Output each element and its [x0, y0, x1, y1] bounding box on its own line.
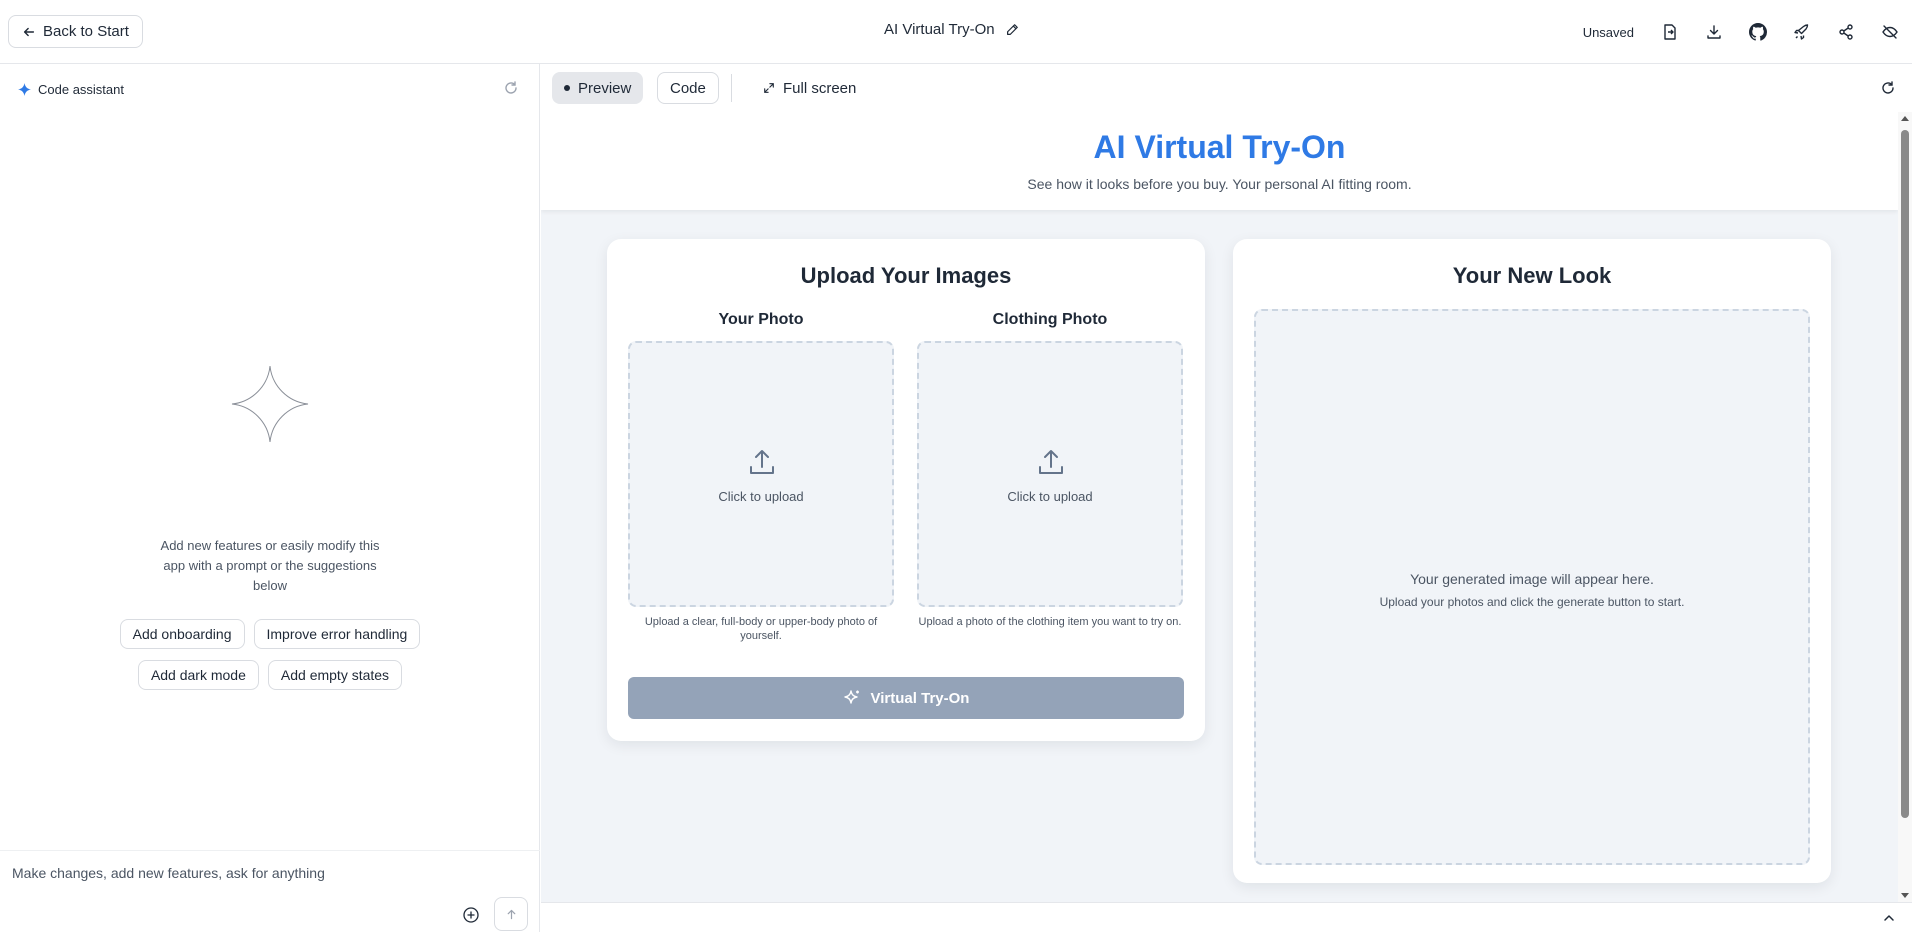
suggestion-chips: Add onboarding Improve error handling Ad…	[0, 619, 540, 701]
share-icon	[1839, 24, 1853, 40]
add-attachment-icon[interactable]	[462, 906, 480, 924]
fullscreen-button[interactable]: Full screen	[751, 72, 868, 104]
edit-icon[interactable]	[1005, 23, 1019, 37]
code-assistant-panel: Code assistant Add new features or easil…	[0, 64, 540, 932]
suggestion-add-empty-states[interactable]: Add empty states	[267, 660, 403, 690]
suggestion-add-onboarding[interactable]: Add onboarding	[119, 619, 245, 649]
your-photo-dropzone[interactable]: Click to upload	[628, 341, 894, 607]
deploy-rocket-icon	[1794, 24, 1809, 40]
preview-panel: Preview Code Full screen AI Virtual Try-…	[541, 64, 1912, 932]
assistant-helper-text: Add new features or easily modify this a…	[160, 538, 380, 593]
your-photo-label: Your Photo	[718, 311, 804, 328]
active-dot-icon	[564, 85, 570, 91]
save-status: Unsaved	[1582, 24, 1634, 40]
top-bar: Back to Start AI Virtual Try-On Unsaved	[0, 0, 1912, 64]
tab-preview[interactable]: Preview	[552, 72, 644, 104]
back-to-start-button[interactable]: Back to Start	[8, 15, 143, 48]
reset-chat-icon[interactable]	[503, 80, 519, 96]
prompt-input[interactable]: Make changes, add new features, ask for …	[12, 865, 325, 881]
sparkle-icon	[18, 83, 31, 96]
github-icon	[1749, 23, 1767, 41]
tab-preview-label: Preview	[578, 79, 632, 97]
send-button[interactable]	[494, 897, 528, 931]
back-to-start-label: Back to Start	[43, 23, 129, 40]
sparkles-icon	[843, 690, 859, 704]
console-strip	[541, 902, 1912, 932]
result-card: Your New Look Your generated image will …	[1233, 239, 1831, 883]
result-placeholder-main: Your generated image will appear here.	[1410, 571, 1654, 587]
project-title-group: AI Virtual Try-On	[884, 21, 1019, 38]
share-button[interactable]	[1824, 10, 1868, 54]
export-icon	[1664, 24, 1676, 40]
arrow-up-icon	[507, 909, 515, 919]
clothing-photo-dropzone[interactable]: Click to upload	[917, 341, 1183, 607]
app-header: AI Virtual Try-On See how it looks befor…	[541, 112, 1898, 210]
tab-code-label: Code	[670, 79, 706, 97]
refresh-preview-icon[interactable]	[1880, 80, 1896, 96]
app-title: AI Virtual Try-On	[1093, 129, 1346, 165]
tab-code[interactable]: Code	[657, 72, 719, 104]
toolbar-divider	[731, 74, 732, 102]
app-preview: AI Virtual Try-On See how it looks befor…	[541, 112, 1912, 902]
preview-scrollbar[interactable]	[1898, 112, 1912, 902]
github-button[interactable]	[1736, 10, 1780, 54]
virtual-try-on-button[interactable]: Virtual Try-On	[628, 677, 1184, 719]
assistant-header: Code assistant	[18, 82, 124, 97]
suggestion-add-dark-mode[interactable]: Add dark mode	[137, 660, 259, 690]
chevron-up-icon[interactable]	[1882, 911, 1896, 925]
upload-icon	[750, 450, 774, 474]
scroll-down-arrow-icon[interactable]	[1901, 893, 1909, 898]
project-title: AI Virtual Try-On	[884, 21, 995, 38]
prompt-input-area[interactable]: Make changes, add new features, ask for …	[0, 850, 540, 932]
download-icon	[1707, 25, 1721, 39]
your-photo-upload-cta: Click to upload	[718, 489, 804, 504]
result-card-title: Your New Look	[1452, 263, 1612, 288]
suggestion-improve-error-handling[interactable]: Improve error handling	[253, 619, 421, 649]
virtual-try-on-label: Virtual Try-On	[870, 689, 970, 707]
arrow-left-icon	[23, 27, 35, 36]
fullscreen-label: Full screen	[783, 79, 857, 97]
preview-toolbar: Preview Code Full screen	[541, 64, 1912, 112]
download-button[interactable]	[1692, 10, 1736, 54]
expand-icon	[764, 83, 774, 93]
hide-icon	[1882, 25, 1898, 39]
top-actions: Unsaved	[1583, 0, 1912, 64]
app-subtitle: See how it looks before you buy. Your pe…	[1027, 176, 1412, 192]
clothing-photo-label: Clothing Photo	[992, 311, 1108, 328]
deploy-button[interactable]	[1780, 10, 1824, 54]
upload-icon	[1039, 450, 1063, 474]
hide-panel-button[interactable]	[1868, 10, 1912, 54]
scroll-up-arrow-icon[interactable]	[1901, 116, 1909, 121]
result-placeholder-sub: Upload your photos and click the generat…	[1379, 595, 1685, 609]
clothing-photo-upload-cta: Click to upload	[1007, 489, 1093, 504]
assistant-star-icon	[231, 365, 309, 443]
assistant-title: Code assistant	[38, 82, 124, 97]
export-button[interactable]	[1648, 10, 1692, 54]
upload-card-title: Upload Your Images	[800, 263, 1012, 288]
upload-card: Upload Your Images Your Photo Click to u…	[607, 239, 1205, 741]
result-placeholder: Your generated image will appear here. U…	[1254, 309, 1810, 865]
your-photo-hint: Upload a clear, full-body or upper-body …	[644, 616, 878, 642]
scroll-thumb[interactable]	[1901, 130, 1909, 818]
clothing-photo-hint: Upload a photo of the clothing item you …	[918, 616, 1182, 628]
